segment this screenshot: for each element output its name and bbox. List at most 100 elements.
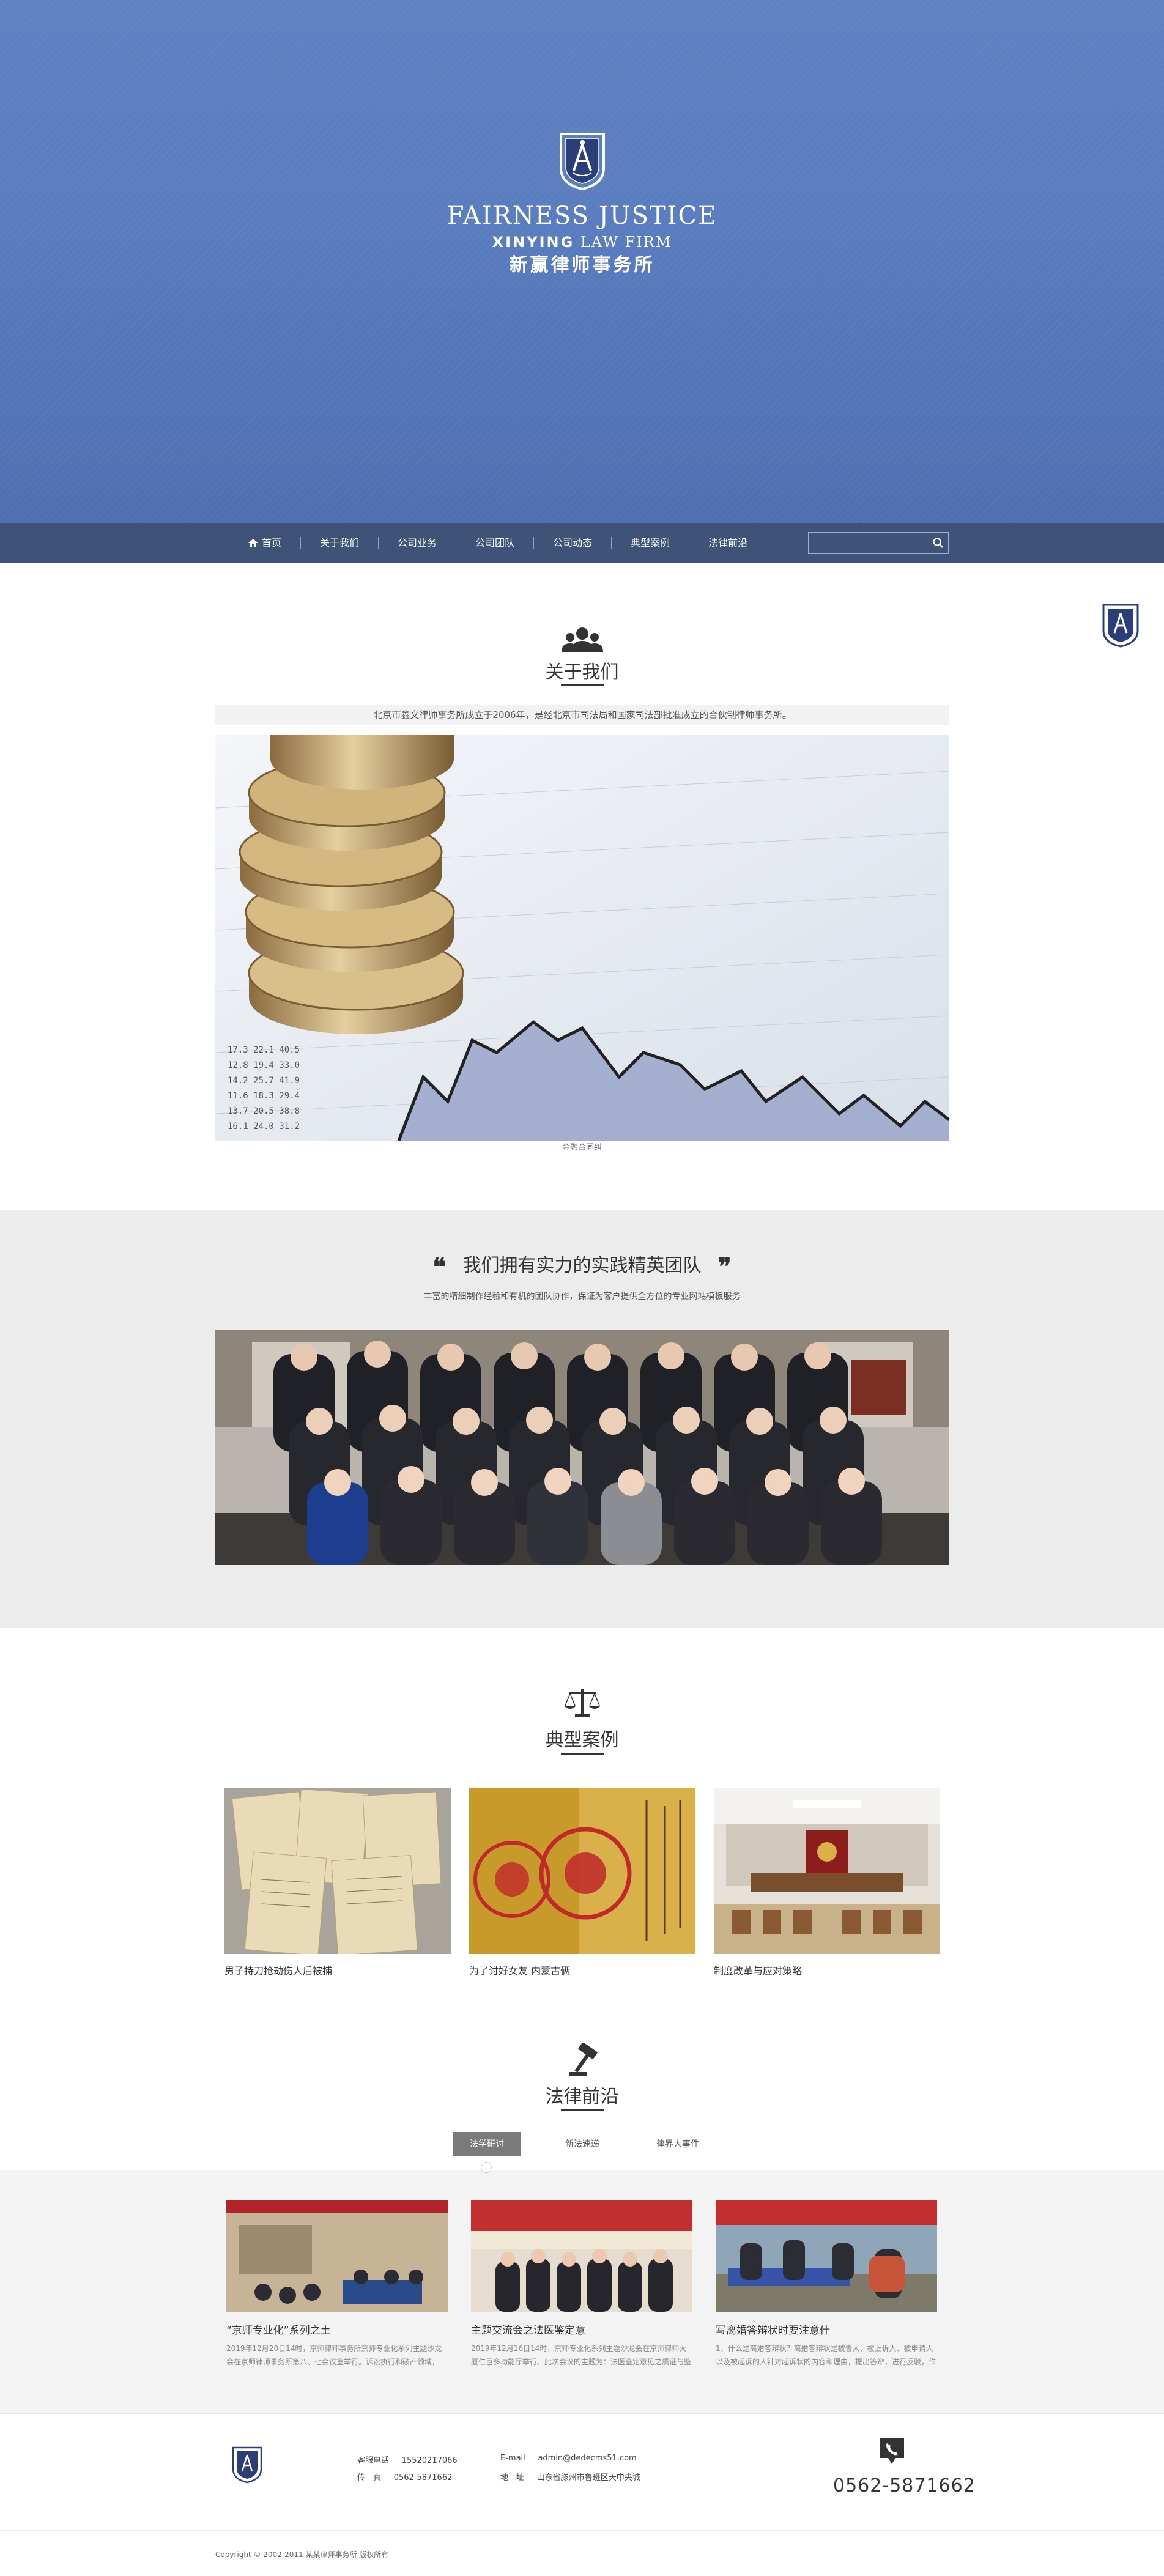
- hero-banner: FAIRNESS JUSTICE XINYING LAW FIRM 新赢律师事务…: [0, 0, 1164, 523]
- nav-item-home[interactable]: 首页: [229, 523, 300, 563]
- nav-item-business[interactable]: 公司业务: [379, 523, 456, 563]
- news-image[interactable]: [226, 2200, 448, 2312]
- search-box: [808, 532, 949, 554]
- courtroom-image: [714, 1788, 940, 1954]
- case-card[interactable]: 制度改革与应对策略: [714, 1788, 940, 1977]
- documents-image: [224, 1788, 451, 1954]
- title-underline: [561, 684, 604, 686]
- cases-title: 典型案例: [545, 1730, 619, 1751]
- group-photo-image: [471, 2200, 692, 2312]
- tab-legal-events[interactable]: 律界大事件: [643, 2132, 712, 2156]
- team-title: ❝ 我们拥有实力的实践精英团队 ❞: [0, 1250, 1164, 1281]
- case-label[interactable]: 制度改革与应对策略: [714, 1963, 940, 1977]
- firm-logo[interactable]: [557, 130, 607, 191]
- phone-icon: [880, 2438, 904, 2464]
- nav-label: 公司团队: [475, 537, 515, 549]
- about-image-caption: 金融合同纠: [562, 1143, 602, 1152]
- footer-fax: 传 真 0562-5871662: [357, 2471, 452, 2482]
- footer-phone-number[interactable]: 0562-5871662: [833, 2475, 976, 2496]
- hero-subtitle: XINYING LAW FIRM: [0, 234, 1164, 251]
- svg-text:12.8 19.4 33.0: 12.8 19.4 33.0: [228, 1060, 300, 1070]
- news-card[interactable]: 写离婚答辩状时要注意什 1、什么是离婚答辩状？离婚答辩状是被告人、被上诉人、被申…: [716, 2200, 937, 2369]
- footer-address: 地 址 山东省滕州市鲁班区天中央城: [500, 2471, 640, 2482]
- hotline-label: 客服电话: [357, 2456, 390, 2465]
- active-tab-indicator: [481, 2162, 492, 2173]
- nav-label: 典型案例: [631, 537, 670, 549]
- hero-subtitle-bold: XINYING: [492, 234, 575, 251]
- nav-items: 首页 关于我们 公司业务 公司团队 公司动态 典型案例 法律前沿: [229, 523, 766, 563]
- team-group-image: [215, 1330, 949, 1565]
- hero-title: FAIRNESS JUSTICE: [447, 202, 717, 230]
- search-icon[interactable]: [932, 537, 944, 549]
- nav-item-law-frontier[interactable]: 法律前沿: [689, 523, 766, 563]
- nav-item-about[interactable]: 关于我们: [301, 523, 378, 563]
- about-title: 关于我们: [545, 662, 619, 683]
- seminar-image: [226, 2200, 448, 2312]
- team-subtitle: 丰富的精细制作经验和有机的团队协作，保证为客户提供全方位的专业网站模板服务: [423, 1292, 741, 1301]
- title-underline: [561, 2109, 604, 2111]
- news-desc: 2019年12月16日14时，京师专业化系列主题沙龙会在京师律师大厦仁巨多功能厅…: [471, 2344, 692, 2366]
- nav-label: 公司业务: [398, 537, 437, 549]
- hero-subtitle-rest: LAW FIRM: [580, 234, 672, 251]
- search-input[interactable]: [812, 535, 922, 551]
- fax-label: 传 真: [357, 2473, 382, 2482]
- nav-label: 关于我们: [320, 537, 360, 549]
- news-title[interactable]: “京师专业化”系列之土: [226, 2322, 448, 2337]
- email-value[interactable]: admin@dedecms51.com: [538, 2454, 636, 2463]
- about-image[interactable]: 17.3 22.1 40.5 12.8 19.4 33.0 14.2 25.7 4…: [215, 735, 949, 1141]
- news-desc: 1、什么是离婚答辩状？离婚答辩状是被告人、被上诉人、被申请人以及被起诉的人针对起…: [716, 2344, 936, 2366]
- team-photo[interactable]: [215, 1330, 949, 1565]
- open-quote-icon: ❝: [432, 1253, 446, 1281]
- news-title[interactable]: 主题交流会之法医鉴定意: [471, 2322, 692, 2337]
- nav-label: 首页: [262, 537, 282, 549]
- law-tabs: 法学研讨 新法速递 律界大事件: [453, 2132, 712, 2156]
- email-label: E-mail: [500, 2454, 525, 2463]
- news-card[interactable]: 主题交流会之法医鉴定意 2019年12月16日14时，京师专业化系列主题沙龙会在…: [471, 2200, 692, 2369]
- case-image[interactable]: [469, 1788, 695, 1954]
- hotline-value: 15520217066: [401, 2456, 458, 2465]
- case-image[interactable]: [224, 1788, 451, 1954]
- footer-email: E-mail admin@dedecms51.com: [500, 2454, 637, 2463]
- news-title[interactable]: 写离婚答辩状时要注意什: [716, 2322, 937, 2337]
- case-card[interactable]: 为了讨好女友 内蒙古俩: [469, 1788, 695, 1977]
- coins-chart-image: 17.3 22.1 40.5 12.8 19.4 33.0 14.2 25.7 4…: [215, 735, 949, 1141]
- address-label: 地 址: [500, 2473, 525, 2482]
- gavel-icon: [569, 2043, 598, 2076]
- scales-icon: [564, 1689, 601, 1717]
- news-image[interactable]: [471, 2200, 692, 2312]
- title-underline: [561, 1753, 604, 1755]
- nav-item-cases[interactable]: 典型案例: [612, 523, 689, 563]
- main-nav: 首页 关于我们 公司业务 公司团队 公司动态 典型案例 法律前沿: [0, 523, 1164, 563]
- tab-legal-research[interactable]: 法学研讨: [453, 2132, 521, 2156]
- seal-image: [469, 1788, 695, 1954]
- home-icon: [248, 539, 258, 547]
- address-value: 山东省滕州市鲁班区天中央城: [536, 2473, 640, 2482]
- outdoor-consult-image: [716, 2200, 937, 2312]
- hero-firm-name: 新赢律师事务所: [509, 254, 655, 276]
- svg-text:11.6 18.3 29.4: 11.6 18.3 29.4: [228, 1091, 300, 1101]
- footer-divider: [0, 2530, 1164, 2531]
- footer-logo-icon[interactable]: [231, 2446, 263, 2485]
- people-icon: [562, 627, 603, 652]
- team-title-text: 我们拥有实力的实践精英团队: [462, 1255, 702, 1276]
- news-card[interactable]: “京师专业化”系列之土 2019年12月20日14时，京师律师事务所京师专业化系…: [226, 2200, 448, 2369]
- svg-text:13.7 20.5 38.8: 13.7 20.5 38.8: [228, 1106, 300, 1116]
- footer-hotline: 客服电话 15520217066: [357, 2454, 458, 2465]
- floating-logo-icon[interactable]: [1101, 602, 1140, 649]
- nav-item-news[interactable]: 公司动态: [534, 523, 611, 563]
- svg-text:17.3 22.1 40.5: 17.3 22.1 40.5: [228, 1045, 300, 1055]
- tab-new-laws[interactable]: 新法速递: [548, 2132, 617, 2156]
- case-label[interactable]: 男子持刀抢劫伤人后被捕: [224, 1963, 451, 1977]
- nav-label: 公司动态: [553, 537, 593, 549]
- case-card[interactable]: 男子持刀抢劫伤人后被捕: [224, 1788, 451, 1977]
- news-desc: 2019年12月20日14时，京师律师事务所京师专业化系列主题沙龙会在京师律师事…: [226, 2344, 442, 2366]
- copyright: Copyright © 2002-2011 某某律师事务所 版权所有: [215, 2550, 389, 2559]
- case-label[interactable]: 为了讨好女友 内蒙古俩: [469, 1963, 695, 1977]
- nav-item-team[interactable]: 公司团队: [456, 523, 533, 563]
- law-title: 法律前沿: [545, 2086, 619, 2108]
- svg-text:14.2 25.7 41.9: 14.2 25.7 41.9: [228, 1076, 300, 1086]
- news-image[interactable]: [716, 2200, 937, 2312]
- case-image[interactable]: [714, 1788, 940, 1954]
- footer: 客服电话 15520217066 传 真 0562-5871662 E-mail…: [0, 2413, 1164, 2576]
- team-section: ❝ 我们拥有实力的实践精英团队 ❞ 丰富的精细制作经验和有机的团队协作，保证为客…: [0, 1210, 1164, 1628]
